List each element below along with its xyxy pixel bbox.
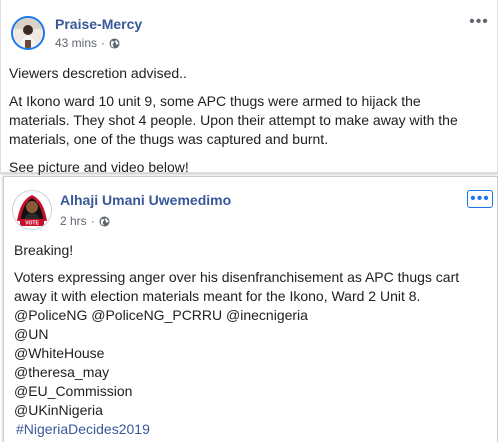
post-text: Breaking! Voters expressing anger over h… [14, 241, 459, 439]
post-line: materials. They shot 4 people. Upon thei… [9, 112, 458, 128]
post-line: @UKinNigeria [14, 402, 103, 418]
post-line: At Ikono ward 10 unit 9, some APC thugs … [9, 93, 421, 109]
avatar[interactable] [11, 16, 45, 50]
author-name[interactable]: Alhaji Umani Uwemedimo [60, 192, 231, 208]
post-line: materials, one of the thugs was captured… [9, 131, 329, 147]
hashtag-link[interactable]: #NigeriaDecides2019 [14, 420, 459, 439]
profile-photo-icon [13, 18, 43, 48]
avatar-logo-text: VOTE [25, 221, 39, 227]
post-line: @WhiteHouse [14, 345, 105, 361]
post-line: Breaking! [14, 242, 74, 258]
timestamp[interactable]: 43 mins [55, 36, 97, 50]
post-meta: 43 mins · [55, 36, 120, 50]
avatar[interactable]: VOTE [12, 190, 52, 230]
post-line: @PoliceNG @PoliceNG_PCRRU @inecnigeria [14, 307, 308, 323]
post-line: Voters expressing anger over his disenfr… [14, 269, 460, 285]
post-line: @EU_Commission [14, 383, 133, 399]
author-name[interactable]: Praise-Mercy [55, 16, 142, 32]
globe-icon[interactable] [109, 37, 120, 49]
post-card-praise-mercy: Praise-Mercy 43 mins · ••• Viewers descr… [0, 0, 498, 175]
timestamp[interactable]: 2 hrs [60, 214, 87, 228]
post-line: @theresa_may [14, 364, 110, 380]
more-options-icon[interactable]: ••• [467, 14, 491, 30]
separator-dot: · [90, 214, 95, 228]
more-options-icon[interactable]: ••• [467, 190, 493, 208]
post-line: away it with election materials meant fo… [14, 288, 421, 304]
post-text: Viewers descretion advised.. At Ikono wa… [9, 64, 458, 177]
post-line: @UN [14, 326, 49, 342]
post-meta: 2 hrs · [60, 214, 110, 228]
campaign-logo-icon: VOTE [13, 191, 51, 229]
globe-icon[interactable] [99, 215, 110, 227]
post-line: Viewers descretion advised.. [9, 65, 187, 81]
post-line: See picture and video below! [9, 159, 189, 175]
separator-dot: · [101, 36, 106, 50]
